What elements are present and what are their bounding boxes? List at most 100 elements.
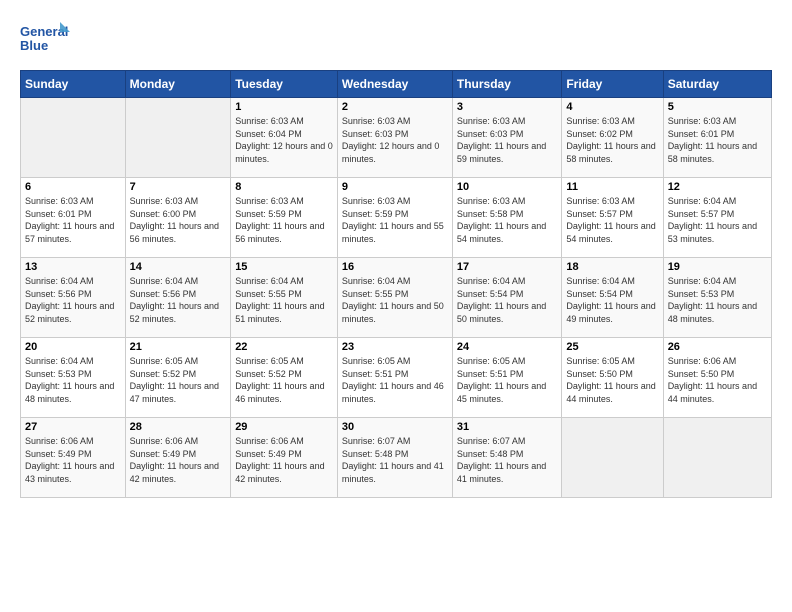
day-info: Sunrise: 6:06 AMSunset: 5:49 PMDaylight:… [130,435,227,485]
calendar-cell: 26 Sunrise: 6:06 AMSunset: 5:50 PMDayligh… [663,338,771,418]
day-info: Sunrise: 6:04 AMSunset: 5:54 PMDaylight:… [566,275,658,325]
day-info: Sunrise: 6:07 AMSunset: 5:48 PMDaylight:… [342,435,448,485]
calendar-cell [125,98,231,178]
calendar-cell: 19 Sunrise: 6:04 AMSunset: 5:53 PMDayligh… [663,258,771,338]
calendar-cell: 11 Sunrise: 6:03 AMSunset: 5:57 PMDayligh… [562,178,663,258]
day-number: 25 [566,341,658,353]
calendar-cell: 18 Sunrise: 6:04 AMSunset: 5:54 PMDayligh… [562,258,663,338]
calendar-cell: 30 Sunrise: 6:07 AMSunset: 5:48 PMDayligh… [337,418,452,498]
day-info: Sunrise: 6:03 AMSunset: 6:03 PMDaylight:… [457,115,557,165]
day-number: 20 [25,341,121,353]
day-number: 29 [235,421,333,433]
day-info: Sunrise: 6:03 AMSunset: 5:57 PMDaylight:… [566,195,658,245]
day-number: 11 [566,181,658,193]
day-number: 17 [457,261,557,273]
day-number: 2 [342,101,448,113]
calendar-cell: 21 Sunrise: 6:05 AMSunset: 5:52 PMDayligh… [125,338,231,418]
day-number: 22 [235,341,333,353]
calendar-cell: 31Sunrise: 6:07 AMSunset: 5:48 PMDayligh… [452,418,561,498]
day-number: 19 [668,261,767,273]
weekday-header-wednesday: Wednesday [337,71,452,98]
day-info: Sunrise: 6:03 AMSunset: 6:01 PMDaylight:… [668,115,767,165]
day-info: Sunrise: 6:04 AMSunset: 5:57 PMDaylight:… [668,195,767,245]
day-number: 21 [130,341,227,353]
day-info: Sunrise: 6:03 AMSunset: 6:01 PMDaylight:… [25,195,121,245]
weekday-header-tuesday: Tuesday [231,71,338,98]
day-number: 14 [130,261,227,273]
day-number: 16 [342,261,448,273]
day-info: Sunrise: 6:03 AMSunset: 5:58 PMDaylight:… [457,195,557,245]
calendar-cell: 1 Sunrise: 6:03 AMSunset: 6:04 PMDaylight… [231,98,338,178]
calendar-cell [562,418,663,498]
logo-svg: General Blue [20,20,70,60]
day-number: 5 [668,101,767,113]
day-info: Sunrise: 6:04 AMSunset: 5:53 PMDaylight:… [25,355,121,405]
day-info: Sunrise: 6:05 AMSunset: 5:50 PMDaylight:… [566,355,658,405]
day-info: Sunrise: 6:03 AMSunset: 6:04 PMDaylight:… [235,115,333,165]
calendar-cell: 24 Sunrise: 6:05 AMSunset: 5:51 PMDayligh… [452,338,561,418]
calendar-cell: 9 Sunrise: 6:03 AMSunset: 5:59 PMDaylight… [337,178,452,258]
calendar-table: SundayMondayTuesdayWednesdayThursdayFrid… [20,70,772,498]
day-number: 3 [457,101,557,113]
calendar-cell: 17 Sunrise: 6:04 AMSunset: 5:54 PMDayligh… [452,258,561,338]
day-number: 18 [566,261,658,273]
day-info: Sunrise: 6:05 AMSunset: 5:51 PMDaylight:… [457,355,557,405]
calendar-week-row: 6 Sunrise: 6:03 AMSunset: 6:01 PMDaylight… [21,178,772,258]
calendar-cell: 20 Sunrise: 6:04 AMSunset: 5:53 PMDayligh… [21,338,126,418]
day-info: Sunrise: 6:03 AMSunset: 6:02 PMDaylight:… [566,115,658,165]
day-info: Sunrise: 6:03 AMSunset: 5:59 PMDaylight:… [342,195,448,245]
day-number: 12 [668,181,767,193]
calendar-cell: 28Sunrise: 6:06 AMSunset: 5:49 PMDayligh… [125,418,231,498]
calendar-cell [663,418,771,498]
day-info: Sunrise: 6:05 AMSunset: 5:52 PMDaylight:… [130,355,227,405]
weekday-header-row: SundayMondayTuesdayWednesdayThursdayFrid… [21,71,772,98]
calendar-cell: 8Sunrise: 6:03 AMSunset: 5:59 PMDaylight… [231,178,338,258]
day-number: 13 [25,261,121,273]
day-number: 24 [457,341,557,353]
day-info: Sunrise: 6:05 AMSunset: 5:52 PMDaylight:… [235,355,333,405]
calendar-week-row: 27Sunrise: 6:06 AMSunset: 5:49 PMDayligh… [21,418,772,498]
calendar-cell: 10 Sunrise: 6:03 AMSunset: 5:58 PMDayligh… [452,178,561,258]
weekday-header-friday: Friday [562,71,663,98]
day-number: 15 [235,261,333,273]
calendar-cell: 23 Sunrise: 6:05 AMSunset: 5:51 PMDayligh… [337,338,452,418]
calendar-week-row: 13 Sunrise: 6:04 AMSunset: 5:56 PMDayligh… [21,258,772,338]
weekday-header-sunday: Sunday [21,71,126,98]
day-number: 23 [342,341,448,353]
calendar-cell: 16 Sunrise: 6:04 AMSunset: 5:55 PMDayligh… [337,258,452,338]
calendar-cell: 15 Sunrise: 6:04 AMSunset: 5:55 PMDayligh… [231,258,338,338]
day-info: Sunrise: 6:06 AMSunset: 5:50 PMDaylight:… [668,355,767,405]
calendar-cell: 14 Sunrise: 6:04 AMSunset: 5:56 PMDayligh… [125,258,231,338]
calendar-cell: 27Sunrise: 6:06 AMSunset: 5:49 PMDayligh… [21,418,126,498]
day-number: 10 [457,181,557,193]
day-info: Sunrise: 6:04 AMSunset: 5:56 PMDaylight:… [130,275,227,325]
day-info: Sunrise: 6:03 AMSunset: 5:59 PMDaylight:… [235,195,333,245]
calendar-cell: 22 Sunrise: 6:05 AMSunset: 5:52 PMDayligh… [231,338,338,418]
day-info: Sunrise: 6:05 AMSunset: 5:51 PMDaylight:… [342,355,448,405]
day-info: Sunrise: 6:04 AMSunset: 5:56 PMDaylight:… [25,275,121,325]
day-info: Sunrise: 6:03 AMSunset: 6:03 PMDaylight:… [342,115,448,165]
day-number: 26 [668,341,767,353]
day-info: Sunrise: 6:06 AMSunset: 5:49 PMDaylight:… [235,435,333,485]
page-header: General Blue [20,20,772,60]
calendar-week-row: 1 Sunrise: 6:03 AMSunset: 6:04 PMDaylight… [21,98,772,178]
calendar-week-row: 20 Sunrise: 6:04 AMSunset: 5:53 PMDayligh… [21,338,772,418]
weekday-header-saturday: Saturday [663,71,771,98]
calendar-cell: 7Sunrise: 6:03 AMSunset: 6:00 PMDaylight… [125,178,231,258]
day-info: Sunrise: 6:06 AMSunset: 5:49 PMDaylight:… [25,435,121,485]
weekday-header-monday: Monday [125,71,231,98]
day-info: Sunrise: 6:04 AMSunset: 5:55 PMDaylight:… [342,275,448,325]
weekday-header-thursday: Thursday [452,71,561,98]
day-number: 30 [342,421,448,433]
calendar-cell: 2 Sunrise: 6:03 AMSunset: 6:03 PMDaylight… [337,98,452,178]
day-number: 9 [342,181,448,193]
day-info: Sunrise: 6:04 AMSunset: 5:54 PMDaylight:… [457,275,557,325]
calendar-cell: 6 Sunrise: 6:03 AMSunset: 6:01 PMDaylight… [21,178,126,258]
day-number: 6 [25,181,121,193]
calendar-cell: 3 Sunrise: 6:03 AMSunset: 6:03 PMDaylight… [452,98,561,178]
svg-text:Blue: Blue [20,38,48,53]
day-info: Sunrise: 6:04 AMSunset: 5:53 PMDaylight:… [668,275,767,325]
calendar-cell [21,98,126,178]
day-info: Sunrise: 6:04 AMSunset: 5:55 PMDaylight:… [235,275,333,325]
day-number: 1 [235,101,333,113]
